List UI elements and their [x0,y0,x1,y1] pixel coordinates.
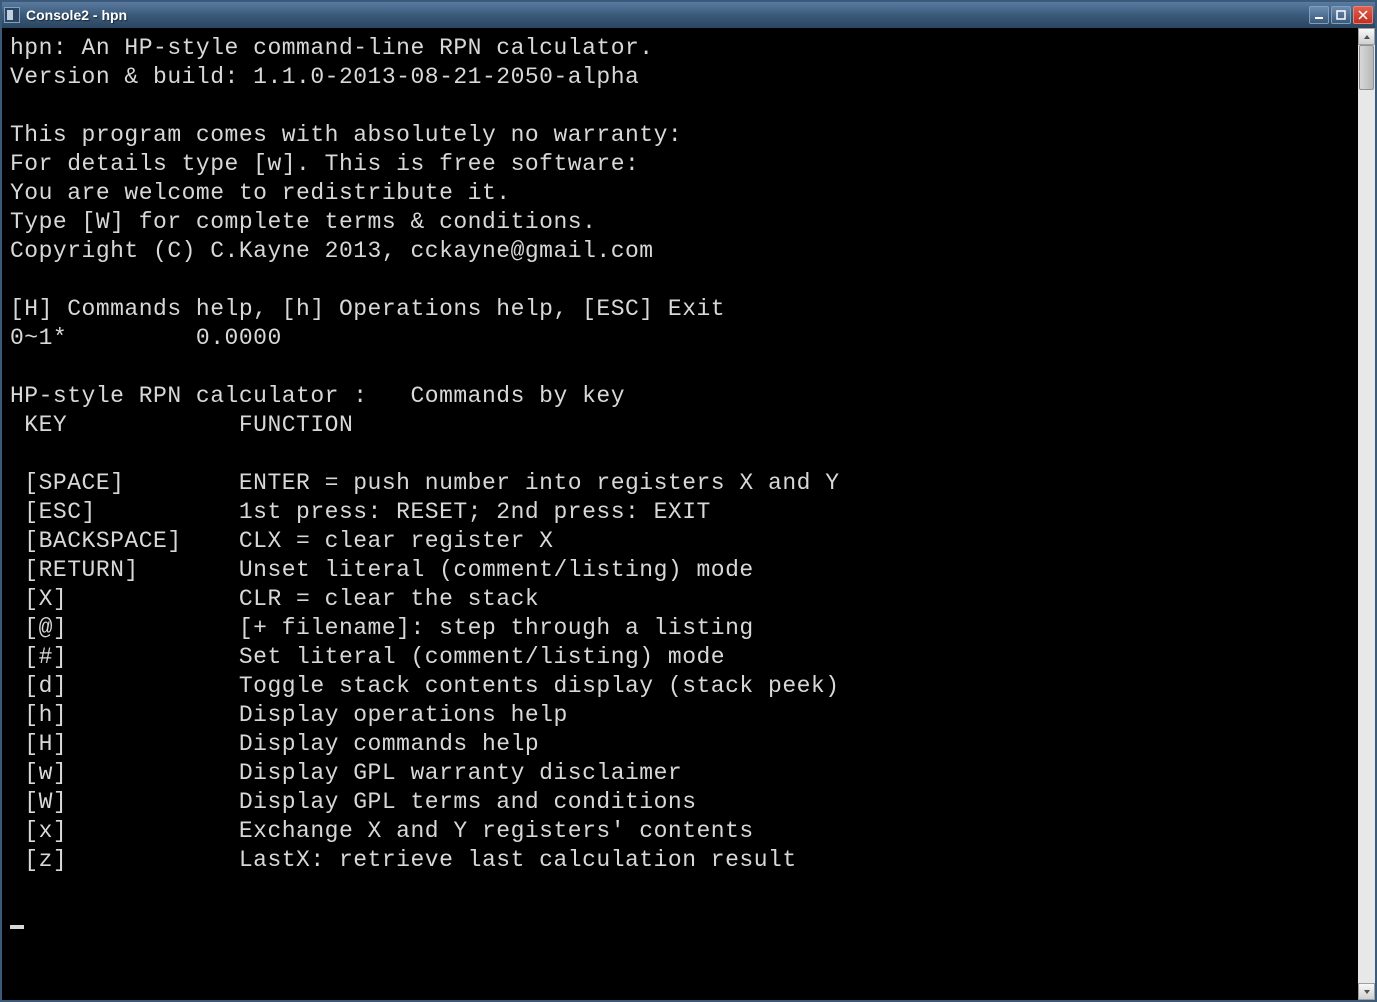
line: You are welcome to redistribute it. [10,180,511,206]
line: [#] Set literal (comment/listing) mode [10,644,725,670]
chevron-up-icon [1363,33,1371,41]
line: [@] [+ filename]: step through a listing [10,615,754,641]
line: This program comes with absolutely no wa… [10,122,682,148]
titlebar[interactable]: Console2 - hpn [2,2,1375,28]
line: [H] Commands help, [h] Operations help, … [10,296,725,322]
line: For details type [w]. This is free softw… [10,151,639,177]
scroll-down-button[interactable] [1358,983,1375,1000]
vertical-scrollbar[interactable] [1358,28,1375,1000]
scroll-up-button[interactable] [1358,28,1375,45]
line: [X] CLR = clear the stack [10,586,539,612]
chevron-down-icon [1363,988,1371,996]
content-area: hpn: An HP-style command-line RPN calcul… [2,28,1375,1000]
line: [H] Display commands help [10,731,539,757]
window-controls [1309,6,1373,24]
line: [BACKSPACE] CLX = clear register X [10,528,554,554]
app-icon [4,7,20,23]
line: KEY FUNCTION [10,412,353,438]
close-icon [1358,10,1368,20]
line: [ESC] 1st press: RESET; 2nd press: EXIT [10,499,711,525]
line: [x] Exchange X and Y registers' contents [10,818,754,844]
line: [w] Display GPL warranty disclaimer [10,760,682,786]
line: 0~1* 0.0000 [10,325,282,351]
close-button[interactable] [1353,6,1373,24]
line: Version & build: 1.1.0-2013-08-21-2050-a… [10,64,639,90]
minimize-button[interactable] [1309,6,1329,24]
line: Copyright (C) C.Kayne 2013, cckayne@gmai… [10,238,654,264]
line: [RETURN] Unset literal (comment/listing)… [10,557,754,583]
line: Type [W] for complete terms & conditions… [10,209,596,235]
maximize-button[interactable] [1331,6,1351,24]
maximize-icon [1336,10,1346,20]
minimize-icon [1314,10,1324,20]
line: [d] Toggle stack contents display (stack… [10,673,840,699]
cursor [10,925,24,929]
window-title: Console2 - hpn [26,7,1309,23]
scroll-thumb[interactable] [1359,45,1374,90]
line: [h] Display operations help [10,702,568,728]
line: [z] LastX: retrieve last calculation res… [10,847,797,873]
line: [W] Display GPL terms and conditions [10,789,697,815]
app-window: Console2 - hpn hpn: An HP-style command-… [0,0,1377,1002]
line: hpn: An HP-style command-line RPN calcul… [10,35,654,61]
line: [SPACE] ENTER = push number into registe… [10,470,840,496]
line: HP-style RPN calculator : Commands by ke… [10,383,625,409]
terminal-output[interactable]: hpn: An HP-style command-line RPN calcul… [2,28,1358,1000]
scroll-track[interactable] [1358,45,1375,983]
